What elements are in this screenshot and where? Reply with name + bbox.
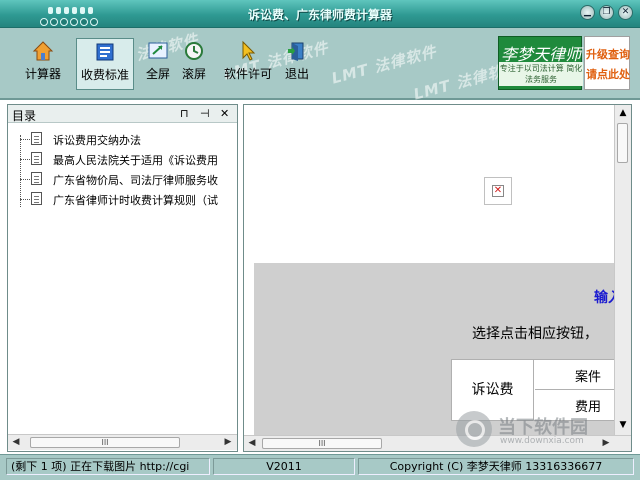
minimize-button[interactable]: ▁ (580, 5, 595, 20)
toolbar: LMT 法律软件 LMT 法律软件 LMT 法律软件 LMT 法律软件 计算器 … (0, 28, 640, 104)
toolbar-button-fullscreen[interactable]: 全屏 (142, 40, 174, 82)
toolbar-button-label: 退出 (284, 67, 309, 81)
scroll-thumb[interactable]: III (30, 437, 180, 448)
scroll-thumb[interactable]: III (262, 438, 382, 449)
tree-item-hourly-rules[interactable]: 广东省律师计时收费计算规则（试 (8, 189, 237, 209)
toolbar-button-label: 滚屏 (181, 67, 206, 81)
status-download: (剩下 1 项) 正在下载图片 http://cgi (6, 458, 210, 475)
exit-door-icon (288, 42, 304, 61)
site-watermark-logo: 当下软件园 www.downxia.com (456, 411, 631, 451)
title-bar[interactable]: 诉讼费、广东律师费计算器 ▁ ❐ ✕ (0, 0, 640, 28)
document-icon (31, 152, 42, 165)
scroll-up-icon[interactable]: ▲ (615, 105, 631, 121)
document-icon (31, 172, 42, 185)
toolbar-button-label: 计算器 (24, 67, 61, 81)
toolbar-button-label: 全屏 (145, 67, 170, 81)
site-logo-icon (456, 411, 492, 447)
upgrade-link-banner[interactable]: 升级查询 请点此处 (584, 36, 630, 90)
book-icon (96, 43, 114, 61)
document-icon (31, 132, 42, 145)
scroll-icon (185, 42, 203, 60)
catalog-pane: 目录 ⊓ ⊣ ✕ 诉讼费用交纳办法 最高人民法院关于适用《诉讼费用 广东省物价局… (7, 104, 238, 452)
toolbar-button-fee-standard[interactable]: 收费标准 (76, 38, 134, 90)
upgrade-line-2: 请点此处 (586, 68, 630, 81)
pane-close-icon[interactable]: ✕ (220, 107, 229, 120)
toolbar-button-scroll[interactable]: 滚屏 (178, 40, 210, 82)
content-vertical-scrollbar[interactable]: ▲ ▼ (614, 105, 631, 435)
status-copyright: Copyright (C) 李梦天律师 13316336677 (358, 458, 634, 475)
ad-lawyer-slogan: 专注于以司法计算 简化法务服务 (499, 62, 583, 86)
pane-dock-icon[interactable]: ⊣ (200, 107, 210, 120)
catalog-pane-header: 目录 ⊓ ⊣ ✕ (8, 105, 237, 123)
tree-item-label: 最高人民法院关于适用《诉讼费用 (53, 154, 218, 167)
instruction-text: 选择点击相应按钮， (472, 326, 598, 342)
scroll-left-icon[interactable]: ◀ (8, 435, 24, 450)
site-watermark-url: www.downxia.com (500, 436, 584, 446)
window-title: 诉讼费、广东律师费计算器 (247, 8, 392, 22)
document-icon (31, 192, 42, 205)
toolbar-button-calculator[interactable]: 计算器 (20, 40, 66, 82)
catalog-pane-title: 目录 (12, 109, 37, 123)
close-button[interactable]: ✕ (618, 5, 633, 20)
tree-item-fee-rules[interactable]: 诉讼费用交纳办法 (8, 129, 237, 149)
toolbar-button-label: 收费标准 (80, 68, 129, 82)
scroll-left-icon[interactable]: ◀ (244, 436, 260, 451)
fullscreen-icon (148, 42, 168, 59)
broken-image-icon: ✕ (484, 177, 512, 205)
status-bar: (剩下 1 项) 正在下载图片 http://cgi V2011 Copyrig… (0, 454, 640, 480)
tree-item-label: 广东省律师计时收费计算规则（试 (53, 194, 218, 207)
restore-button[interactable]: ❐ (599, 5, 614, 20)
catalog-horizontal-scrollbar[interactable]: ◀ III ▶ (8, 434, 237, 450)
tree-item-label: 诉讼费用交纳办法 (53, 134, 141, 147)
upgrade-line-1: 升级查询 (586, 48, 630, 61)
catalog-tree: 诉讼费用交纳办法 最高人民法院关于适用《诉讼费用 广东省物价局、司法厅律师服务收… (8, 123, 237, 433)
toolbar-button-exit[interactable]: 退出 (282, 40, 312, 82)
content-pane: ✕ 输入 选择点击相应按钮， 诉讼费 案件 费用 ▲ ▼ ◀ III ▶ 当下软… (243, 104, 632, 452)
scroll-thumb[interactable] (617, 123, 628, 163)
pane-pin-icon[interactable]: ⊓ (180, 107, 189, 120)
toolbar-button-license[interactable]: 软件许可 (222, 40, 274, 82)
status-version: V2011 (213, 458, 355, 475)
tree-item-supreme-court[interactable]: 最高人民法院关于适用《诉讼费用 (8, 149, 237, 169)
toolbar-button-label: 软件许可 (223, 67, 272, 81)
scroll-right-icon[interactable]: ▶ (220, 435, 236, 450)
cursor-icon (242, 40, 256, 61)
lawyer-ad-banner[interactable]: 李梦天律师 专注于以司法计算 简化法务服务 (498, 36, 583, 90)
house-icon (32, 41, 54, 61)
tree-item-label: 广东省物价局、司法厅律师服务收 (53, 174, 218, 187)
tree-item-guangdong-price[interactable]: 广东省物价局、司法厅律师服务收 (8, 169, 237, 189)
